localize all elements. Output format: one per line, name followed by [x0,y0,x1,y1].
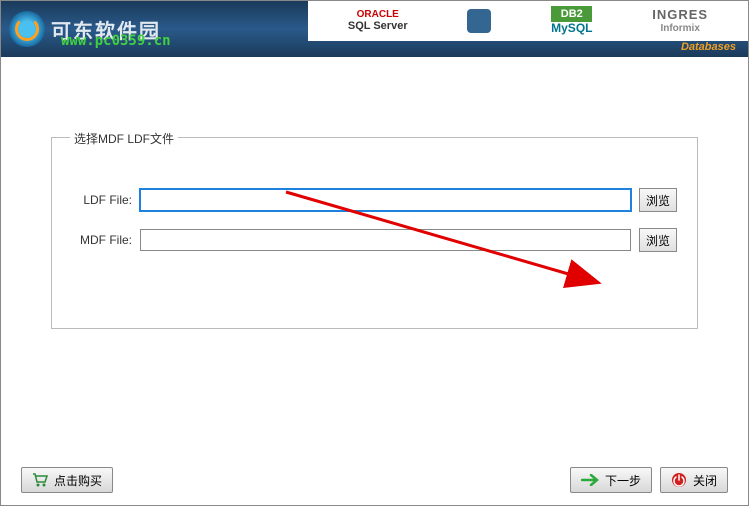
ldf-label: LDF File: [72,193,132,207]
mdf-label: MDF File: [72,233,132,247]
header-banner: 可东软件园 www.pc0359.cn ORACLE SQL Server DB… [1,1,748,57]
buy-button[interactable]: 点击购买 [21,467,113,493]
ldf-file-row: LDF File: 浏览 [72,188,677,212]
oracle-logo: ORACLE SQL Server [348,9,408,32]
close-button[interactable]: 关闭 [660,467,728,493]
main-content: 选择MDF LDF文件 LDF File: 浏览 MDF File: 浏览 [1,57,748,329]
fieldset-title: 选择MDF LDF文件 [70,130,178,147]
footer-bar: 点击购买 下一步 关闭 [1,467,748,493]
ldf-file-input[interactable] [140,189,631,211]
site-url: www.pc0359.cn [61,33,171,49]
postgres-logo-icon [467,9,491,33]
database-logos-strip: ORACLE SQL Server DB2 MySQL INGRES Infor… [308,1,748,41]
buy-button-label: 点击购买 [54,472,102,489]
footer-left: 点击购买 [21,467,113,493]
mdf-browse-button[interactable]: 浏览 [639,228,677,252]
databases-label: Databases [681,41,736,53]
mdf-file-row: MDF File: 浏览 [72,228,677,252]
ldf-browse-button[interactable]: 浏览 [639,188,677,212]
file-select-fieldset: 选择MDF LDF文件 LDF File: 浏览 MDF File: 浏览 [51,137,698,329]
power-icon [671,472,687,488]
mdf-file-input[interactable] [140,229,631,251]
db2-mysql-logo: DB2 MySQL [551,6,592,35]
cart-icon [32,473,48,487]
close-button-label: 关闭 [693,472,717,489]
arrow-right-icon [581,474,599,486]
site-logo-icon [9,11,45,47]
ingres-informix-logo: INGRES Informix [652,8,708,33]
footer-right: 下一步 关闭 [570,467,728,493]
next-button[interactable]: 下一步 [570,467,652,493]
next-button-label: 下一步 [605,472,641,489]
